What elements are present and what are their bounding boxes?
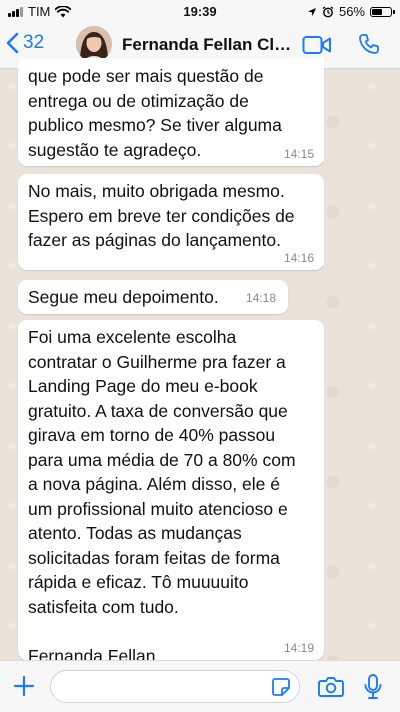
- message-input-wrapper: [50, 670, 300, 703]
- message-time: 14:19: [283, 641, 314, 655]
- location-arrow-icon: [307, 7, 316, 16]
- composer-bar: [0, 660, 400, 712]
- message-text: No mais, muito obrigada mesmo. Espero em…: [28, 181, 295, 250]
- back-chevron-icon: [6, 32, 19, 54]
- message-bubble[interactable]: Foi uma excelente escolha contratar o Gu…: [18, 320, 324, 666]
- contact-name[interactable]: Fernanda Fellan Cli...: [122, 35, 292, 55]
- message-text: Segue meu depoimento.: [28, 287, 219, 307]
- status-bar: TIM 19:39 56%: [0, 0, 400, 22]
- battery-icon: [370, 6, 395, 17]
- phone-call-icon[interactable]: [358, 33, 380, 55]
- message-input[interactable]: [63, 677, 267, 697]
- message-bubble[interactable]: No mais, muito obrigada mesmo. Espero em…: [18, 174, 324, 270]
- message-time: 14:16: [283, 251, 314, 265]
- message-bubble[interactable]: que pode ser mais questão de entrega ou …: [18, 58, 324, 166]
- microphone-icon[interactable]: [363, 673, 383, 701]
- unread-count: 32: [23, 32, 45, 53]
- message-time: 14:15: [283, 147, 314, 161]
- avatar-image: [76, 26, 112, 62]
- back-button[interactable]: 32: [6, 32, 44, 54]
- message-bubble[interactable]: Segue meu depoimento. 14:18: [18, 280, 288, 314]
- battery-percent: 56%: [338, 4, 365, 19]
- avatar[interactable]: [76, 26, 112, 62]
- video-call-icon[interactable]: [302, 35, 332, 55]
- message-text: Foi uma excelente escolha contratar o Gu…: [28, 327, 296, 666]
- plus-icon[interactable]: [12, 674, 36, 698]
- alarm-icon: [322, 5, 334, 17]
- message-text: que pode ser mais questão de entrega ou …: [28, 66, 282, 160]
- message-time: 14:18: [245, 291, 276, 305]
- sticker-icon[interactable]: [271, 677, 291, 697]
- camera-icon[interactable]: [318, 676, 344, 698]
